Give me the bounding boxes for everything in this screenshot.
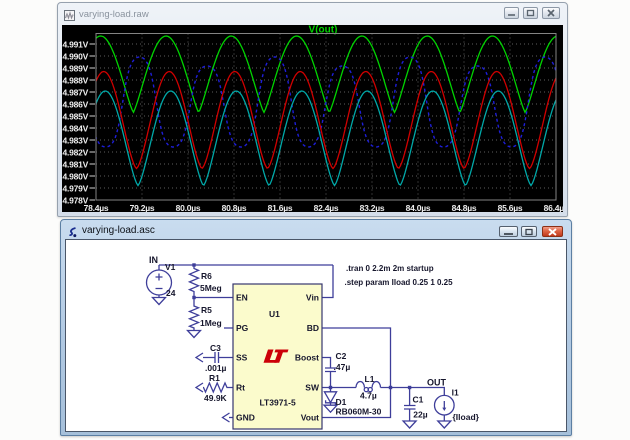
svg-text:80.8µs: 80.8µs bbox=[222, 203, 247, 212]
svg-text:1Meg: 1Meg bbox=[200, 318, 222, 328]
svg-text:4.989V: 4.989V bbox=[63, 64, 89, 74]
svg-text:4.986V: 4.986V bbox=[63, 100, 89, 110]
svg-text:R1: R1 bbox=[209, 373, 220, 383]
svg-text:4.984V: 4.984V bbox=[63, 124, 89, 134]
svg-text:I1: I1 bbox=[452, 388, 459, 398]
svg-text:83.2µs: 83.2µs bbox=[360, 203, 385, 212]
svg-text:24: 24 bbox=[166, 288, 176, 298]
svg-text:{Iload}: {Iload} bbox=[453, 412, 480, 422]
svg-text:BD: BD bbox=[307, 323, 319, 333]
svg-text:4.7µ: 4.7µ bbox=[360, 391, 377, 401]
svg-text:.step param Iload 0.25 1 0.25: .step param Iload 0.25 1 0.25 bbox=[345, 278, 454, 287]
svg-text:4.981V: 4.981V bbox=[63, 160, 89, 170]
svg-text:78.4µs: 78.4µs bbox=[84, 203, 109, 212]
svg-text:4.982V: 4.982V bbox=[63, 148, 89, 158]
svg-text:4.990V: 4.990V bbox=[63, 52, 89, 62]
svg-text:4.991V: 4.991V bbox=[63, 40, 89, 50]
svg-text:EN: EN bbox=[236, 293, 248, 303]
svg-text:SS: SS bbox=[236, 353, 248, 363]
svg-text:Boost: Boost bbox=[295, 353, 319, 363]
svg-text:4.983V: 4.983V bbox=[63, 136, 89, 146]
svg-text:RB060M-30: RB060M-30 bbox=[336, 407, 382, 417]
svg-text:4.987V: 4.987V bbox=[63, 88, 89, 98]
svg-text:Vout: Vout bbox=[301, 413, 319, 423]
svg-text:.47µ: .47µ bbox=[334, 362, 351, 372]
svg-text:LT3971-5: LT3971-5 bbox=[260, 398, 296, 408]
svg-text:49.9K: 49.9K bbox=[204, 393, 228, 403]
svg-text:.001µ: .001µ bbox=[205, 363, 227, 373]
svg-text:L1: L1 bbox=[365, 374, 375, 384]
svg-text:GND: GND bbox=[236, 413, 255, 423]
svg-text:80.0µs: 80.0µs bbox=[176, 203, 201, 212]
svg-text:86.4µs: 86.4µs bbox=[544, 203, 563, 212]
svg-text:OUT: OUT bbox=[427, 378, 447, 388]
svg-text:4.985V: 4.985V bbox=[63, 112, 89, 122]
svg-text:R6: R6 bbox=[201, 271, 212, 281]
svg-text:4.988V: 4.988V bbox=[63, 76, 89, 86]
svg-text:5Meg: 5Meg bbox=[200, 283, 222, 293]
svg-text:4.980V: 4.980V bbox=[63, 172, 89, 182]
svg-text:U1: U1 bbox=[269, 309, 280, 319]
svg-text:Rt: Rt bbox=[236, 383, 245, 393]
svg-text:C2: C2 bbox=[336, 351, 347, 361]
svg-text:PG: PG bbox=[236, 323, 249, 333]
svg-text:84.0µs: 84.0µs bbox=[406, 203, 431, 212]
svg-text:84.8µs: 84.8µs bbox=[452, 203, 477, 212]
svg-text:82.4µs: 82.4µs bbox=[314, 203, 339, 212]
svg-text:SW: SW bbox=[305, 383, 320, 393]
svg-text:C1: C1 bbox=[413, 395, 424, 405]
svg-text:C3: C3 bbox=[210, 343, 221, 353]
svg-text:4.979V: 4.979V bbox=[63, 184, 89, 194]
svg-text:.tran 0 2.2m 2m startup: .tran 0 2.2m 2m startup bbox=[346, 264, 434, 273]
svg-text:22µ: 22µ bbox=[413, 410, 427, 420]
svg-text:Vin: Vin bbox=[306, 293, 319, 303]
svg-text:85.6µs: 85.6µs bbox=[498, 203, 523, 212]
svg-text:IN: IN bbox=[149, 255, 158, 265]
svg-text:V1: V1 bbox=[165, 262, 176, 272]
svg-text:D1: D1 bbox=[336, 397, 347, 407]
svg-text:79.2µs: 79.2µs bbox=[130, 203, 155, 212]
svg-text:81.6µs: 81.6µs bbox=[268, 203, 293, 212]
svg-text:R5: R5 bbox=[201, 305, 212, 315]
